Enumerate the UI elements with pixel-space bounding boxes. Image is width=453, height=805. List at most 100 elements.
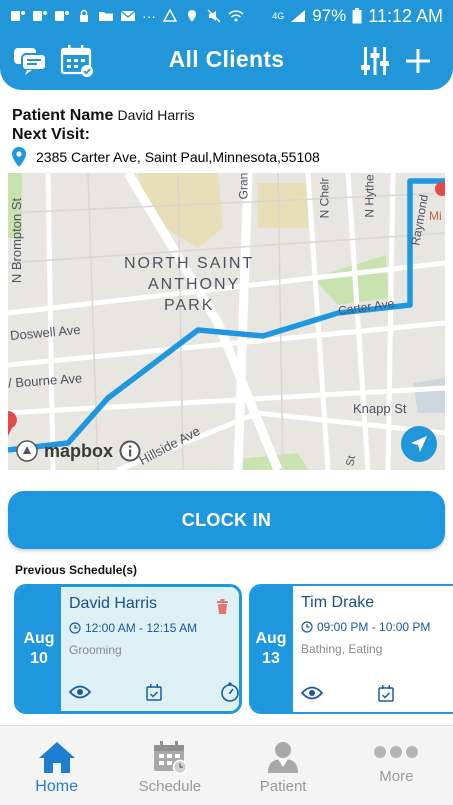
plus-icon [406,49,430,73]
info-icon[interactable] [119,440,141,462]
schedule-month: Aug [23,630,55,647]
bottom-navigation: Home Schedule Patient More [0,725,453,805]
navigation-arrow-icon [411,436,427,452]
schedule-icon [153,741,188,774]
patient-name-row: Patient Name David Harris [12,106,442,125]
add-client-button[interactable] [399,42,437,80]
nav-schedule[interactable]: Schedule [113,726,226,805]
eye-icon [301,686,323,700]
schedule-details: David Harris 12:00 AM - 12:15 AM Groomin… [61,587,239,711]
schedule-time: 12:00 AM - 12:15 AM [85,621,198,635]
schedule-date: Aug 10 [17,587,61,711]
mapbox-logo-icon [16,440,38,462]
address-row: 2385 Carter Ave, Saint Paul,Minnesota,55… [12,147,442,167]
filter-sliders-icon [361,47,389,75]
calendar-schedule-button[interactable] [143,681,165,703]
address-text: 2385 Carter Ave, Saint Paul,Minnesota,55… [36,149,320,165]
mapbox-label: mapbox [44,440,114,461]
home-icon [38,742,75,773]
nav-more[interactable]: More [340,726,453,805]
filter-button[interactable] [356,42,394,80]
nav-patient[interactable]: Patient [227,726,340,805]
mute-icon [207,9,221,23]
map-label-street: St [344,454,359,468]
calendar-check-icon [378,684,394,702]
calendar-schedule-button[interactable] [375,682,397,704]
map-label-street: Knapp St [353,401,407,416]
map-label-poi: Mi [429,209,442,223]
schedule-card[interactable]: Aug 10 David Harris 12:00 AM - 12:15 AM … [14,584,242,714]
schedule-time-row: 09:00 PM - 10:00 PM [301,620,453,634]
nav-home[interactable]: Home [0,726,113,805]
location-icon [188,10,196,22]
view-schedule-button[interactable] [69,681,91,703]
map-label-street: Gran [236,173,251,200]
network-type: 4G [272,11,285,21]
battery-icon [352,8,362,24]
folder-icon [99,12,113,21]
teams-icon [55,11,69,21]
mapbox-attribution[interactable]: mapbox [16,440,141,462]
map-label-street: N Chelr [317,177,332,219]
stopwatch-icon [221,682,239,702]
map-label-area: PARK [164,297,215,314]
battery-percent: 97% [312,6,347,25]
more-notifications-icon: ··· [142,8,156,24]
app-screen: ··· 4G 97% 11:12 AM All Clients Patient … [0,0,453,805]
teams-icon [11,11,25,21]
more-icon [374,746,419,758]
patient-name-value: David Harris [117,107,195,123]
next-visit-label: Next Visit: [12,126,90,143]
previous-schedules-list[interactable]: Aug 10 David Harris 12:00 AM - 12:15 AM … [14,584,453,714]
location-pin-icon [12,147,26,167]
lock-icon [80,9,88,22]
schedule-services: Grooming [69,643,122,657]
map-area [413,378,445,413]
schedule-actions [299,682,453,704]
map-area [258,183,308,228]
map-label-area: ANTHONY [148,276,241,293]
schedule-time: 09:00 PM - 10:00 PM [317,620,431,634]
recycle-icon [162,9,178,22]
schedule-date: Aug 13 [249,586,293,712]
schedule-details: Tim Drake 09:00 PM - 10:00 PM Bathing, E… [293,586,453,712]
clock-icon [301,621,313,633]
schedule-day: 13 [262,650,280,667]
schedule-client-name: Tim Drake [301,594,375,611]
nav-label: More [379,768,414,785]
map-label-street: N Hythe [362,174,377,218]
clock: 11:12 AM [368,5,443,26]
clock-in-button[interactable]: CLOCK IN [8,491,445,549]
timer-schedule-button[interactable] [219,681,239,703]
nav-label: Patient [259,778,307,795]
status-bar: ··· 4G 97% 11:12 AM [0,0,453,32]
map-label-area: NORTH SAINT [124,255,255,272]
patient-name-label: Patient Name [12,107,114,124]
wifi-icon [228,10,244,22]
app-header: All Clients [0,32,453,90]
map-label-street: N Brompton St [9,197,25,284]
schedule-time-row: 12:00 AM - 12:15 AM [69,621,231,635]
schedule-card[interactable]: Aug 13 Tim Drake 09:00 PM - 10:00 PM Bat… [249,584,453,714]
next-visit-row: Next Visit: [12,125,442,144]
previous-schedules-title: Previous Schedule(s) [15,563,138,577]
calendar-check-icon [146,683,162,701]
teams-icon [33,11,47,21]
nav-label: Home [35,778,78,795]
route-map[interactable]: NORTH SAINT ANTHONY PARK N Brompton St D… [8,173,445,470]
schedule-actions [67,681,239,703]
status-right: 4G 97% 11:12 AM [272,6,443,27]
locate-me-button[interactable] [401,426,437,462]
notification-icons: ··· [10,8,244,24]
schedule-client-name: David Harris [69,595,158,612]
view-schedule-button[interactable] [301,682,323,704]
patient-icon [268,742,299,773]
schedule-day: 10 [30,650,48,667]
trash-icon [216,598,228,614]
patient-info: Patient Name David Harris Next Visit: 23… [12,106,442,167]
clock-icon [69,622,81,634]
mail-icon [120,10,136,21]
schedule-month: Aug [255,630,287,647]
delete-schedule-button[interactable] [211,595,233,617]
eye-icon [69,685,91,699]
